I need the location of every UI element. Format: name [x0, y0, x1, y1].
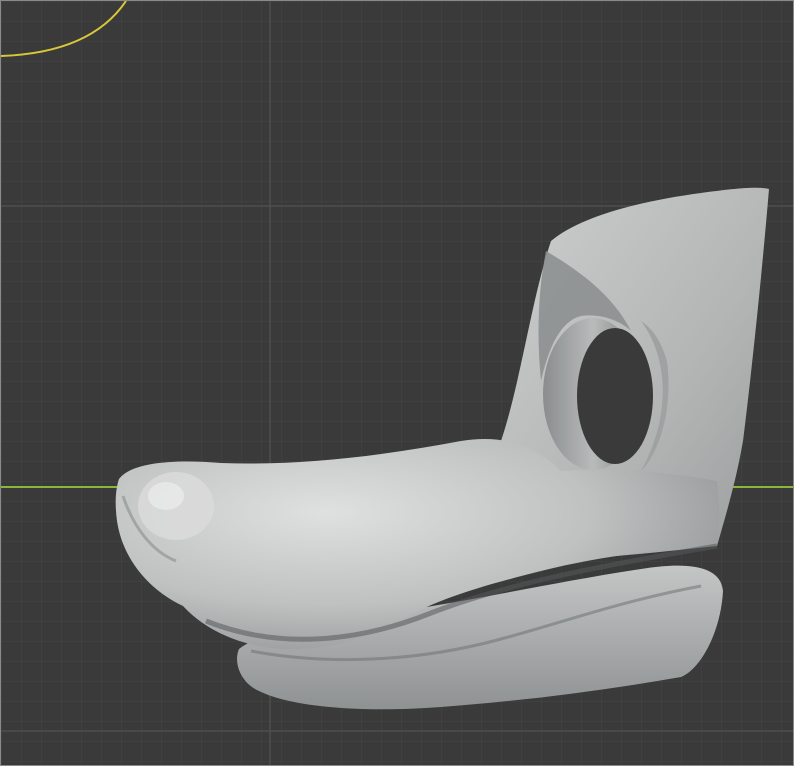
viewport-canvas[interactable] — [1, 1, 793, 765]
3d-viewport[interactable] — [0, 0, 794, 766]
